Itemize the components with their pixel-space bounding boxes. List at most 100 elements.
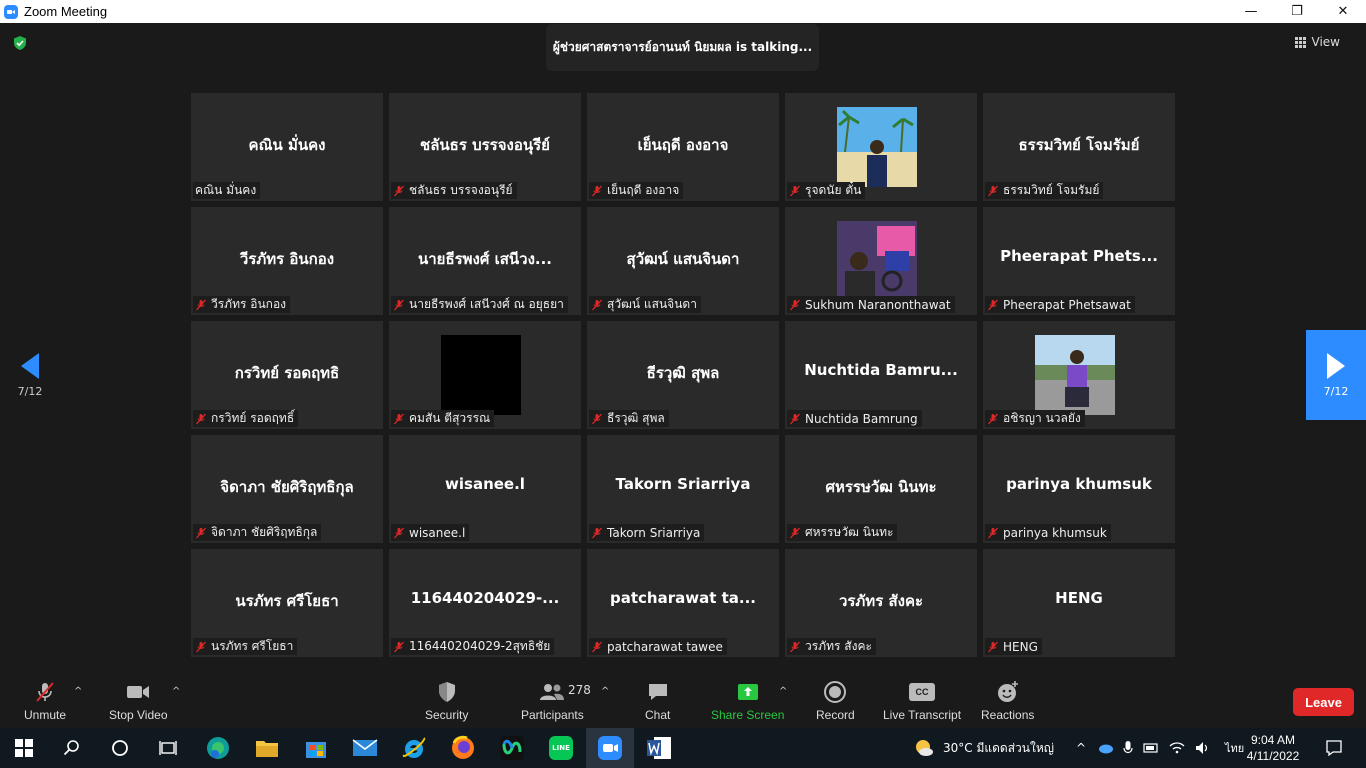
participant-tile[interactable]: เย็นฤดี องอาจ เย็นฤดี องอาจ bbox=[587, 93, 779, 201]
cortana-button[interactable] bbox=[96, 728, 144, 768]
page-indicator-left: 7/12 bbox=[17, 384, 43, 398]
next-page-button[interactable]: 7/12 bbox=[1306, 330, 1366, 420]
reactions-button[interactable]: Reactions bbox=[981, 680, 1034, 722]
weather-widget[interactable]: 30°C มีแดดส่วนใหญ่ bbox=[913, 728, 1054, 768]
zoom-logo-icon bbox=[4, 4, 18, 19]
taskbar-app-webex[interactable] bbox=[488, 728, 536, 768]
task-view-button[interactable] bbox=[144, 728, 192, 768]
muted-mic-icon bbox=[790, 527, 800, 538]
view-button[interactable]: View bbox=[1294, 35, 1340, 49]
internet-explorer-icon bbox=[402, 737, 426, 758]
share-screen-button[interactable]: Share Screen bbox=[711, 680, 784, 722]
participant-tile[interactable]: วีรภัทร อินกอง วีรภัทร อินกอง bbox=[191, 207, 383, 315]
participant-tile[interactable]: รุจดนัย ตั๋น bbox=[785, 93, 977, 201]
previous-page-button[interactable]: 7/12 bbox=[0, 330, 60, 420]
participant-name-text: รุจดนัย ตั๋น bbox=[805, 183, 862, 197]
volume-icon[interactable] bbox=[1195, 741, 1211, 755]
battery-icon[interactable] bbox=[1143, 742, 1159, 754]
start-button[interactable] bbox=[0, 728, 48, 768]
taskbar-app-edge[interactable] bbox=[194, 728, 242, 768]
participant-display-name: Pheerapat Phets... bbox=[1000, 247, 1158, 265]
participant-tile[interactable]: คมสัน ตีสุวรรณ bbox=[389, 321, 581, 429]
share-screen-label: Share Screen bbox=[711, 708, 785, 722]
participant-tile[interactable]: ชลันธร บรรจงอนุรีย์ ชลันธร บรรจงอนุรีย์ bbox=[389, 93, 581, 201]
stop-video-button[interactable]: Stop Video bbox=[109, 680, 168, 722]
participant-name-label: parinya khumsuk bbox=[985, 524, 1111, 541]
encryption-shield-icon[interactable] bbox=[12, 35, 28, 51]
taskbar-app-store[interactable] bbox=[292, 728, 340, 768]
participant-name-text: ศหรรษวัฒ นินทะ bbox=[805, 525, 894, 539]
muted-mic-icon bbox=[592, 413, 602, 424]
page-indicator-right: 7/12 bbox=[1323, 384, 1349, 398]
participant-display-name: สุวัฒน์ แสนจินดา bbox=[626, 250, 740, 268]
taskbar-app-word[interactable] bbox=[635, 728, 683, 768]
participant-name-text: วรภัทร สังคะ bbox=[805, 639, 872, 653]
reactions-label: Reactions bbox=[981, 708, 1035, 722]
participant-video-black bbox=[441, 335, 521, 415]
security-button[interactable]: Security bbox=[425, 680, 468, 722]
participant-tile[interactable]: Takorn Sriarriya Takorn Sriarriya bbox=[587, 435, 779, 543]
participant-tile[interactable]: ธรรมวิทย์ โจมรัมย์ ธรรมวิทย์ โจมรัมย์ bbox=[983, 93, 1175, 201]
share-options-caret[interactable]: ^ bbox=[779, 686, 787, 697]
participant-tile[interactable]: Pheerapat Phets... Pheerapat Phetsawat bbox=[983, 207, 1175, 315]
video-options-caret[interactable]: ^ bbox=[172, 686, 180, 697]
participant-tile[interactable]: ศหรรษวัฒ นินทะ ศหรรษวัฒ นินทะ bbox=[785, 435, 977, 543]
chat-button[interactable]: Chat bbox=[645, 680, 670, 722]
participant-tile[interactable]: wisanee.l wisanee.l bbox=[389, 435, 581, 543]
system-clock[interactable]: 9:04 AM 4/11/2022 bbox=[1245, 732, 1301, 764]
line-app-icon: LINE bbox=[549, 736, 573, 760]
taskbar-app-mail[interactable] bbox=[341, 728, 389, 768]
participant-tile[interactable]: อชิรญา นวลยัง bbox=[983, 321, 1175, 429]
participant-name-text: คมสัน ตีสุวรรณ bbox=[409, 411, 491, 425]
search-button[interactable] bbox=[48, 728, 96, 768]
taskbar-app-firefox[interactable] bbox=[439, 728, 487, 768]
participant-name-label: Takorn Sriarriya bbox=[589, 524, 705, 541]
taskbar-app-ie[interactable] bbox=[390, 728, 438, 768]
microphone-tray-icon[interactable] bbox=[1123, 740, 1133, 756]
onedrive-cloud-icon[interactable] bbox=[1097, 742, 1113, 754]
muted-mic-icon bbox=[196, 299, 206, 310]
system-tray: ^ ไทย bbox=[1073, 728, 1244, 768]
participant-name-text: เย็นฤดี องอาจ bbox=[607, 183, 680, 197]
minimize-button[interactable]: — bbox=[1228, 0, 1274, 23]
audio-options-caret[interactable]: ^ bbox=[74, 686, 82, 697]
meeting-area: ผู้ช่วยศาสตราจารย์อานนท์ นิยมผล is talki… bbox=[0, 23, 1366, 668]
participant-display-name: 116440204029-... bbox=[410, 589, 560, 607]
record-button[interactable]: Record bbox=[816, 680, 855, 722]
participant-name-text: parinya khumsuk bbox=[1003, 525, 1107, 540]
action-center-button[interactable] bbox=[1310, 728, 1358, 768]
wifi-icon[interactable] bbox=[1169, 741, 1185, 755]
participant-tile[interactable]: นรภัทร ศรีโยธา นรภัทร ศรีโยธา bbox=[191, 549, 383, 657]
participant-tile[interactable]: วรภัทร สังคะ วรภัทร สังคะ bbox=[785, 549, 977, 657]
participant-name-text: จิดาภา ชัยศิริฤทธิกุล bbox=[211, 525, 318, 539]
unmute-button[interactable]: Unmute bbox=[24, 680, 66, 722]
webex-icon bbox=[500, 736, 524, 760]
participant-tile[interactable]: Nuchtida Bamru... Nuchtida Bamrung bbox=[785, 321, 977, 429]
participant-tile[interactable]: patcharawat ta... patcharawat tawee bbox=[587, 549, 779, 657]
taskbar-app-zoom[interactable] bbox=[586, 728, 634, 768]
show-hidden-icons-chevron-icon[interactable]: ^ bbox=[1073, 741, 1089, 755]
participant-name-text: อชิรญา นวลยัง bbox=[1003, 411, 1081, 425]
participant-name-text: ธีรวุฒิ สุพล bbox=[607, 411, 665, 425]
participant-tile[interactable]: สุวัฒน์ แสนจินดา สุวัฒน์ แสนจินดา bbox=[587, 207, 779, 315]
clock-time: 9:04 AM bbox=[1250, 733, 1296, 747]
taskbar-app-line[interactable]: LINE bbox=[537, 728, 585, 768]
participant-tile[interactable]: parinya khumsuk parinya khumsuk bbox=[983, 435, 1175, 543]
live-transcript-button[interactable]: CC Live Transcript bbox=[883, 680, 961, 722]
leave-button[interactable]: Leave bbox=[1293, 688, 1354, 716]
participant-tile[interactable]: นายธีรพงศ์ เสนีวง... นายธีรพงศ์ เสนีวงศ์ … bbox=[389, 207, 581, 315]
participant-tile[interactable]: ธีรวุฒิ สุพล ธีรวุฒิ สุพล bbox=[587, 321, 779, 429]
participant-tile[interactable]: กรวิทย์ รอดฤทธิ กรวิทย์ รอดฤทธิ์ bbox=[191, 321, 383, 429]
participant-name-text: HENG bbox=[1003, 639, 1038, 654]
taskbar-app-explorer[interactable] bbox=[243, 728, 291, 768]
participant-tile[interactable]: คณิน มั่นคง คณิน มั่นคง bbox=[191, 93, 383, 201]
participants-options-caret[interactable]: ^ bbox=[601, 686, 609, 697]
participant-tile[interactable]: Sukhum Naranonthawat bbox=[785, 207, 977, 315]
participant-tile[interactable]: 116440204029-... 116440204029-2สุทธิชัย bbox=[389, 549, 581, 657]
close-button[interactable]: ✕ bbox=[1320, 0, 1366, 23]
participant-tile[interactable]: HENG HENG bbox=[983, 549, 1175, 657]
input-language[interactable]: ไทย bbox=[1225, 739, 1244, 757]
participant-tile[interactable]: จิดาภา ชัยศิริฤทธิกุล จิดาภา ชัยศิริฤทธิก… bbox=[191, 435, 383, 543]
cortana-circle-icon bbox=[112, 740, 128, 756]
restore-button[interactable]: ❐ bbox=[1274, 0, 1320, 23]
